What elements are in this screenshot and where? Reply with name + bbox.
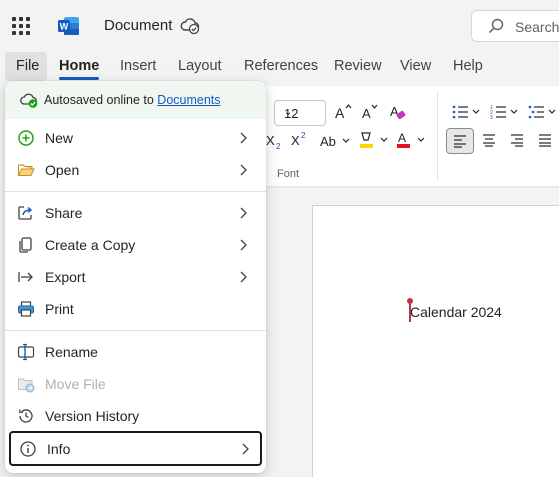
tab-references[interactable]: References [244,58,318,74]
menu-item-label: Open [45,162,80,178]
svg-text:A: A [335,105,345,121]
folder-open-icon [18,164,35,176]
printer-icon [18,301,34,317]
svg-text:X: X [266,133,275,148]
superscript-icon[interactable]: X 2 [291,130,309,148]
copy-icon [19,237,32,253]
chevron-right-icon [240,132,247,144]
autosave-message: Autosaved online to Documents [44,93,221,107]
svg-text:2: 2 [276,142,281,150]
grow-font-icon[interactable]: A [333,102,353,122]
highlight-color-icon[interactable] [358,130,390,150]
menu-item-open[interactable]: Open [5,154,266,186]
menu-item-rename[interactable]: Rename [5,336,266,368]
menu-item-label: New [45,130,74,146]
multilevel-list-icon[interactable] [528,104,558,120]
tab-view[interactable]: View [400,58,431,74]
menu-divider [5,330,266,331]
document-title[interactable]: Document [104,17,172,34]
font-size-select[interactable]: 12 ⌄ [274,100,326,126]
font-color-icon[interactable]: A [396,130,428,150]
chevron-right-icon [240,207,247,219]
svg-text:3: 3 [490,115,493,120]
app-launcher-icon[interactable] [12,17,30,35]
move-file-icon [18,378,35,393]
align-right-icon[interactable] [510,133,524,147]
export-icon [18,272,33,282]
chevron-right-icon [240,271,247,283]
svg-text:Ab: Ab [320,134,336,149]
tab-file-label: File [16,58,40,74]
tab-help[interactable]: Help [453,58,483,74]
rename-icon [17,343,35,361]
align-center-icon[interactable] [482,133,496,147]
document-text[interactable]: Calendar 2024 [410,304,502,320]
info-icon [20,441,36,457]
active-tab-indicator [59,77,100,80]
menu-item-info[interactable]: Info [9,431,262,466]
menu-item-export[interactable]: Export [5,261,266,293]
subscript-icon[interactable]: X 2 [266,132,282,150]
chevron-right-icon [240,164,247,176]
menu-item-label: Create a Copy [45,237,136,253]
align-left-button[interactable] [446,128,474,154]
font-group-label: Font [277,168,300,180]
tab-home-label: Home [59,58,100,74]
menu-item-label: Export [45,269,86,285]
chevron-right-icon [242,443,249,455]
tab-layout[interactable]: Layout [178,58,222,74]
menu-item-new[interactable]: New [5,122,266,154]
search-icon [488,18,504,34]
file-menu: Autosaved online to Documents New Open S… [5,81,266,473]
align-left-icon [454,135,466,148]
share-icon [18,206,33,220]
svg-text:X: X [291,133,300,148]
menu-divider [5,191,266,192]
tab-home[interactable]: Home [59,58,100,80]
menu-item-print[interactable]: Print [5,293,266,325]
search-input[interactable]: Search [471,10,559,42]
search-placeholder: Search [515,19,559,35]
document-page[interactable] [312,205,559,477]
tab-file[interactable]: File [5,52,47,81]
menu-item-label: Print [45,301,74,317]
svg-text:A: A [398,131,406,145]
menu-item-create-copy[interactable]: Create a Copy [5,229,266,261]
chevron-down-icon: ⌄ [284,107,293,118]
svg-text:2: 2 [301,131,306,140]
menu-item-move-file: Move File [5,368,266,400]
clear-formatting-icon[interactable]: A [388,102,408,122]
title-bar: W Document Search [0,0,559,50]
autosave-text: Autosaved online to [44,93,154,107]
history-icon [18,409,33,423]
numbering-icon[interactable]: 1 2 3 [490,104,520,120]
svg-text:A: A [362,106,371,121]
cloud-check-icon [20,93,38,108]
chevron-right-icon [240,239,247,251]
svg-text:W: W [60,22,69,32]
menu-item-label: Info [47,441,71,457]
plus-circle-icon [18,130,34,146]
menu-item-label: Share [45,205,83,221]
change-case-icon[interactable]: Ab [320,132,352,150]
menu-item-label: Move File [45,376,106,392]
ribbon-divider [437,92,438,180]
cloud-synced-icon[interactable] [180,17,200,35]
tab-insert[interactable]: Insert [120,58,156,74]
autosave-banner: Autosaved online to Documents [5,81,266,119]
menu-item-label: Rename [45,344,98,360]
menu-item-label: Version History [45,408,140,424]
autosave-documents-link[interactable]: Documents [157,93,220,107]
word-logo: W [58,17,79,35]
menu-item-version-history[interactable]: Version History [5,400,266,432]
justify-icon[interactable] [538,133,552,147]
ribbon-tabs: File Home Insert Layout References Revie… [0,50,559,82]
shrink-font-icon[interactable]: A [360,102,380,122]
menu-item-share[interactable]: Share [5,197,266,229]
bullets-icon[interactable] [452,104,482,120]
tab-review[interactable]: Review [334,58,382,74]
